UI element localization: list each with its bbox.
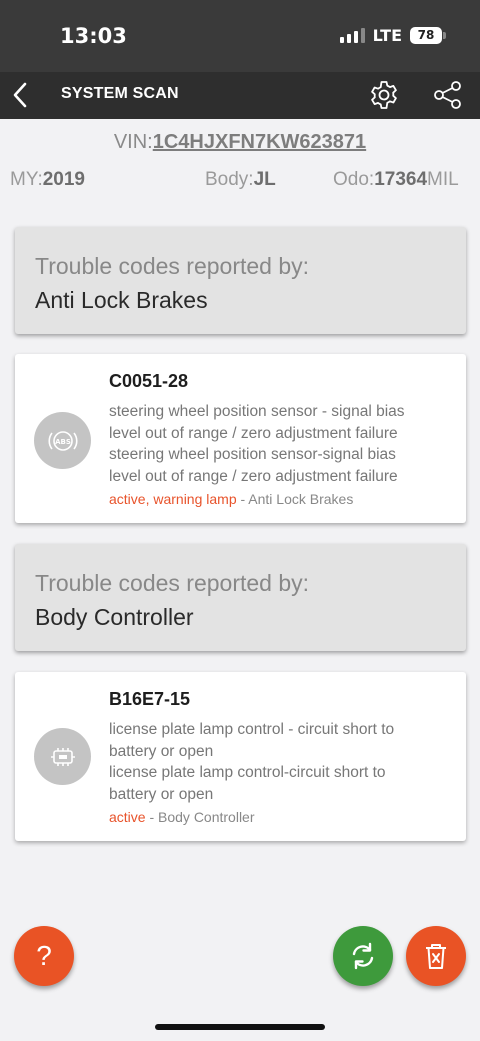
vin-label: VIN:	[113, 131, 153, 153]
share-icon	[434, 81, 461, 109]
desc-line: level out of range / zero adjustment fai…	[109, 467, 398, 485]
body-label: Body:	[205, 169, 254, 190]
status-time: 13:03	[60, 24, 127, 48]
refresh-icon	[352, 942, 374, 970]
odo-label: Odo:	[333, 169, 375, 190]
section-header-anti-lock-brakes: Trouble codes reported by: Anti Lock Bra…	[15, 227, 466, 334]
model-year: MY:2019	[10, 169, 85, 191]
home-indicator[interactable]	[155, 1024, 325, 1030]
svg-text:ABS: ABS	[55, 438, 71, 446]
code-description: license plate lamp control - circuit sho…	[109, 719, 456, 805]
body-value: JL	[253, 169, 276, 190]
settings-button[interactable]	[368, 79, 400, 111]
desc-line: battery or open	[109, 785, 214, 803]
model-year-label: MY:	[10, 169, 43, 190]
body-controller-icon	[34, 728, 91, 785]
delete-codes-button[interactable]	[406, 926, 466, 986]
code-status-module: - Anti Lock Brakes	[240, 491, 354, 507]
model-year-value: 2019	[42, 169, 86, 190]
vehicle-info-row: MY:2019 Body:JL Odo:17364MIL	[0, 169, 480, 193]
odometer: Odo:17364MIL	[333, 169, 459, 191]
back-button[interactable]	[8, 80, 32, 110]
desc-line: license plate lamp control-circuit short…	[109, 764, 386, 781]
trouble-code-card[interactable]: ABS C0051-28 steering wheel position sen…	[15, 354, 466, 523]
odo-unit: MIL	[427, 169, 459, 190]
section-label: Trouble codes reported by:	[35, 253, 310, 279]
code-content: B16E7-15 license plate lamp control - ci…	[109, 689, 456, 825]
nav-bar: SYSTEM SCAN	[0, 72, 480, 119]
section-label: Trouble codes reported by:	[35, 570, 310, 596]
signal-icon	[339, 28, 365, 43]
rescan-button[interactable]	[333, 926, 393, 986]
code-content: C0051-28 steering wheel position sensor …	[109, 371, 456, 507]
code-id: C0051-28	[109, 371, 189, 391]
vin-row: VIN:1C4HJXFN7KW623871	[0, 131, 480, 154]
help-label: ?	[36, 940, 52, 971]
odo-value: 17364	[374, 169, 428, 190]
code-id: B16E7-15	[109, 689, 191, 709]
share-button[interactable]	[432, 79, 464, 111]
page-title: SYSTEM SCAN	[61, 85, 179, 102]
code-status: active, warning lamp	[109, 491, 237, 507]
code-status-row: active - Body Controller	[109, 809, 456, 825]
section-module: Anti Lock Brakes	[35, 287, 208, 313]
battery-icon: 78	[410, 27, 446, 44]
trouble-code-card[interactable]: B16E7-15 license plate lamp control - ci…	[15, 672, 466, 841]
code-status-row: active, warning lamp - Anti Lock Brakes	[109, 491, 456, 507]
code-status-module: - Body Controller	[149, 809, 255, 825]
section-module: Body Controller	[35, 604, 194, 630]
code-description: steering wheel position sensor - signal …	[109, 401, 456, 487]
desc-line: steering wheel position sensor - signal …	[109, 403, 405, 420]
status-indicators: LTE 78	[339, 26, 446, 45]
trash-icon	[426, 944, 446, 969]
body-type: Body:JL	[205, 169, 276, 191]
code-status: active	[109, 809, 146, 825]
network-label: LTE	[372, 26, 402, 45]
section-header-body-controller: Trouble codes reported by: Body Controll…	[15, 544, 466, 651]
vin-link[interactable]: 1C4HJXFN7KW623871	[153, 131, 366, 153]
desc-line: level out of range / zero adjustment fai…	[109, 424, 398, 442]
chevron-left-icon	[13, 82, 27, 108]
desc-line: license plate lamp control - circuit sho…	[109, 721, 395, 738]
desc-line: steering wheel position sensor-signal bi…	[109, 446, 396, 463]
help-button[interactable]: ?	[14, 926, 74, 986]
desc-line: battery or open	[109, 742, 214, 760]
gear-icon	[371, 81, 397, 109]
abs-icon: ABS	[34, 412, 91, 469]
status-bar: 13:03 LTE 78	[0, 0, 480, 72]
